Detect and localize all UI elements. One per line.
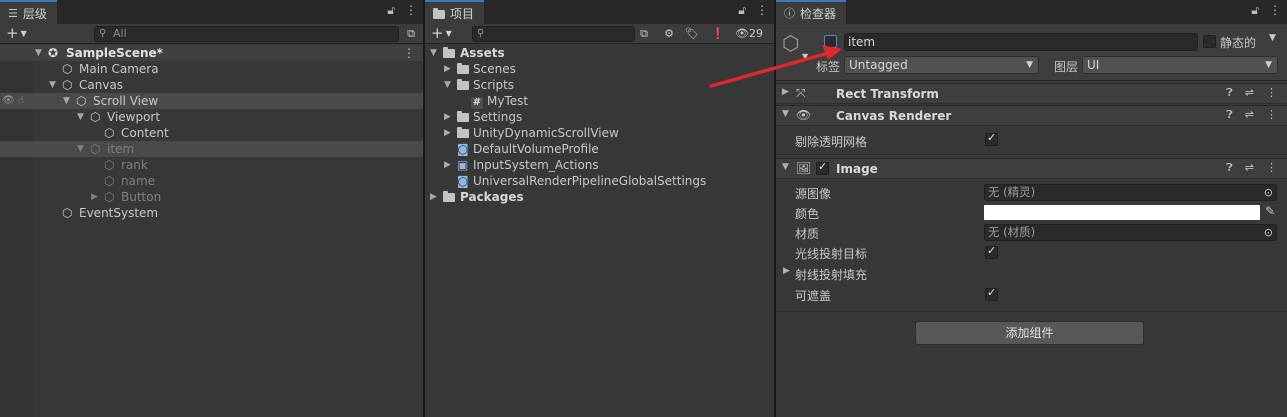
annotation-arrow: [709, 45, 842, 88]
annotation-arrow-head: [822, 45, 842, 60]
annotation-arrow-shaft: [709, 50, 834, 88]
